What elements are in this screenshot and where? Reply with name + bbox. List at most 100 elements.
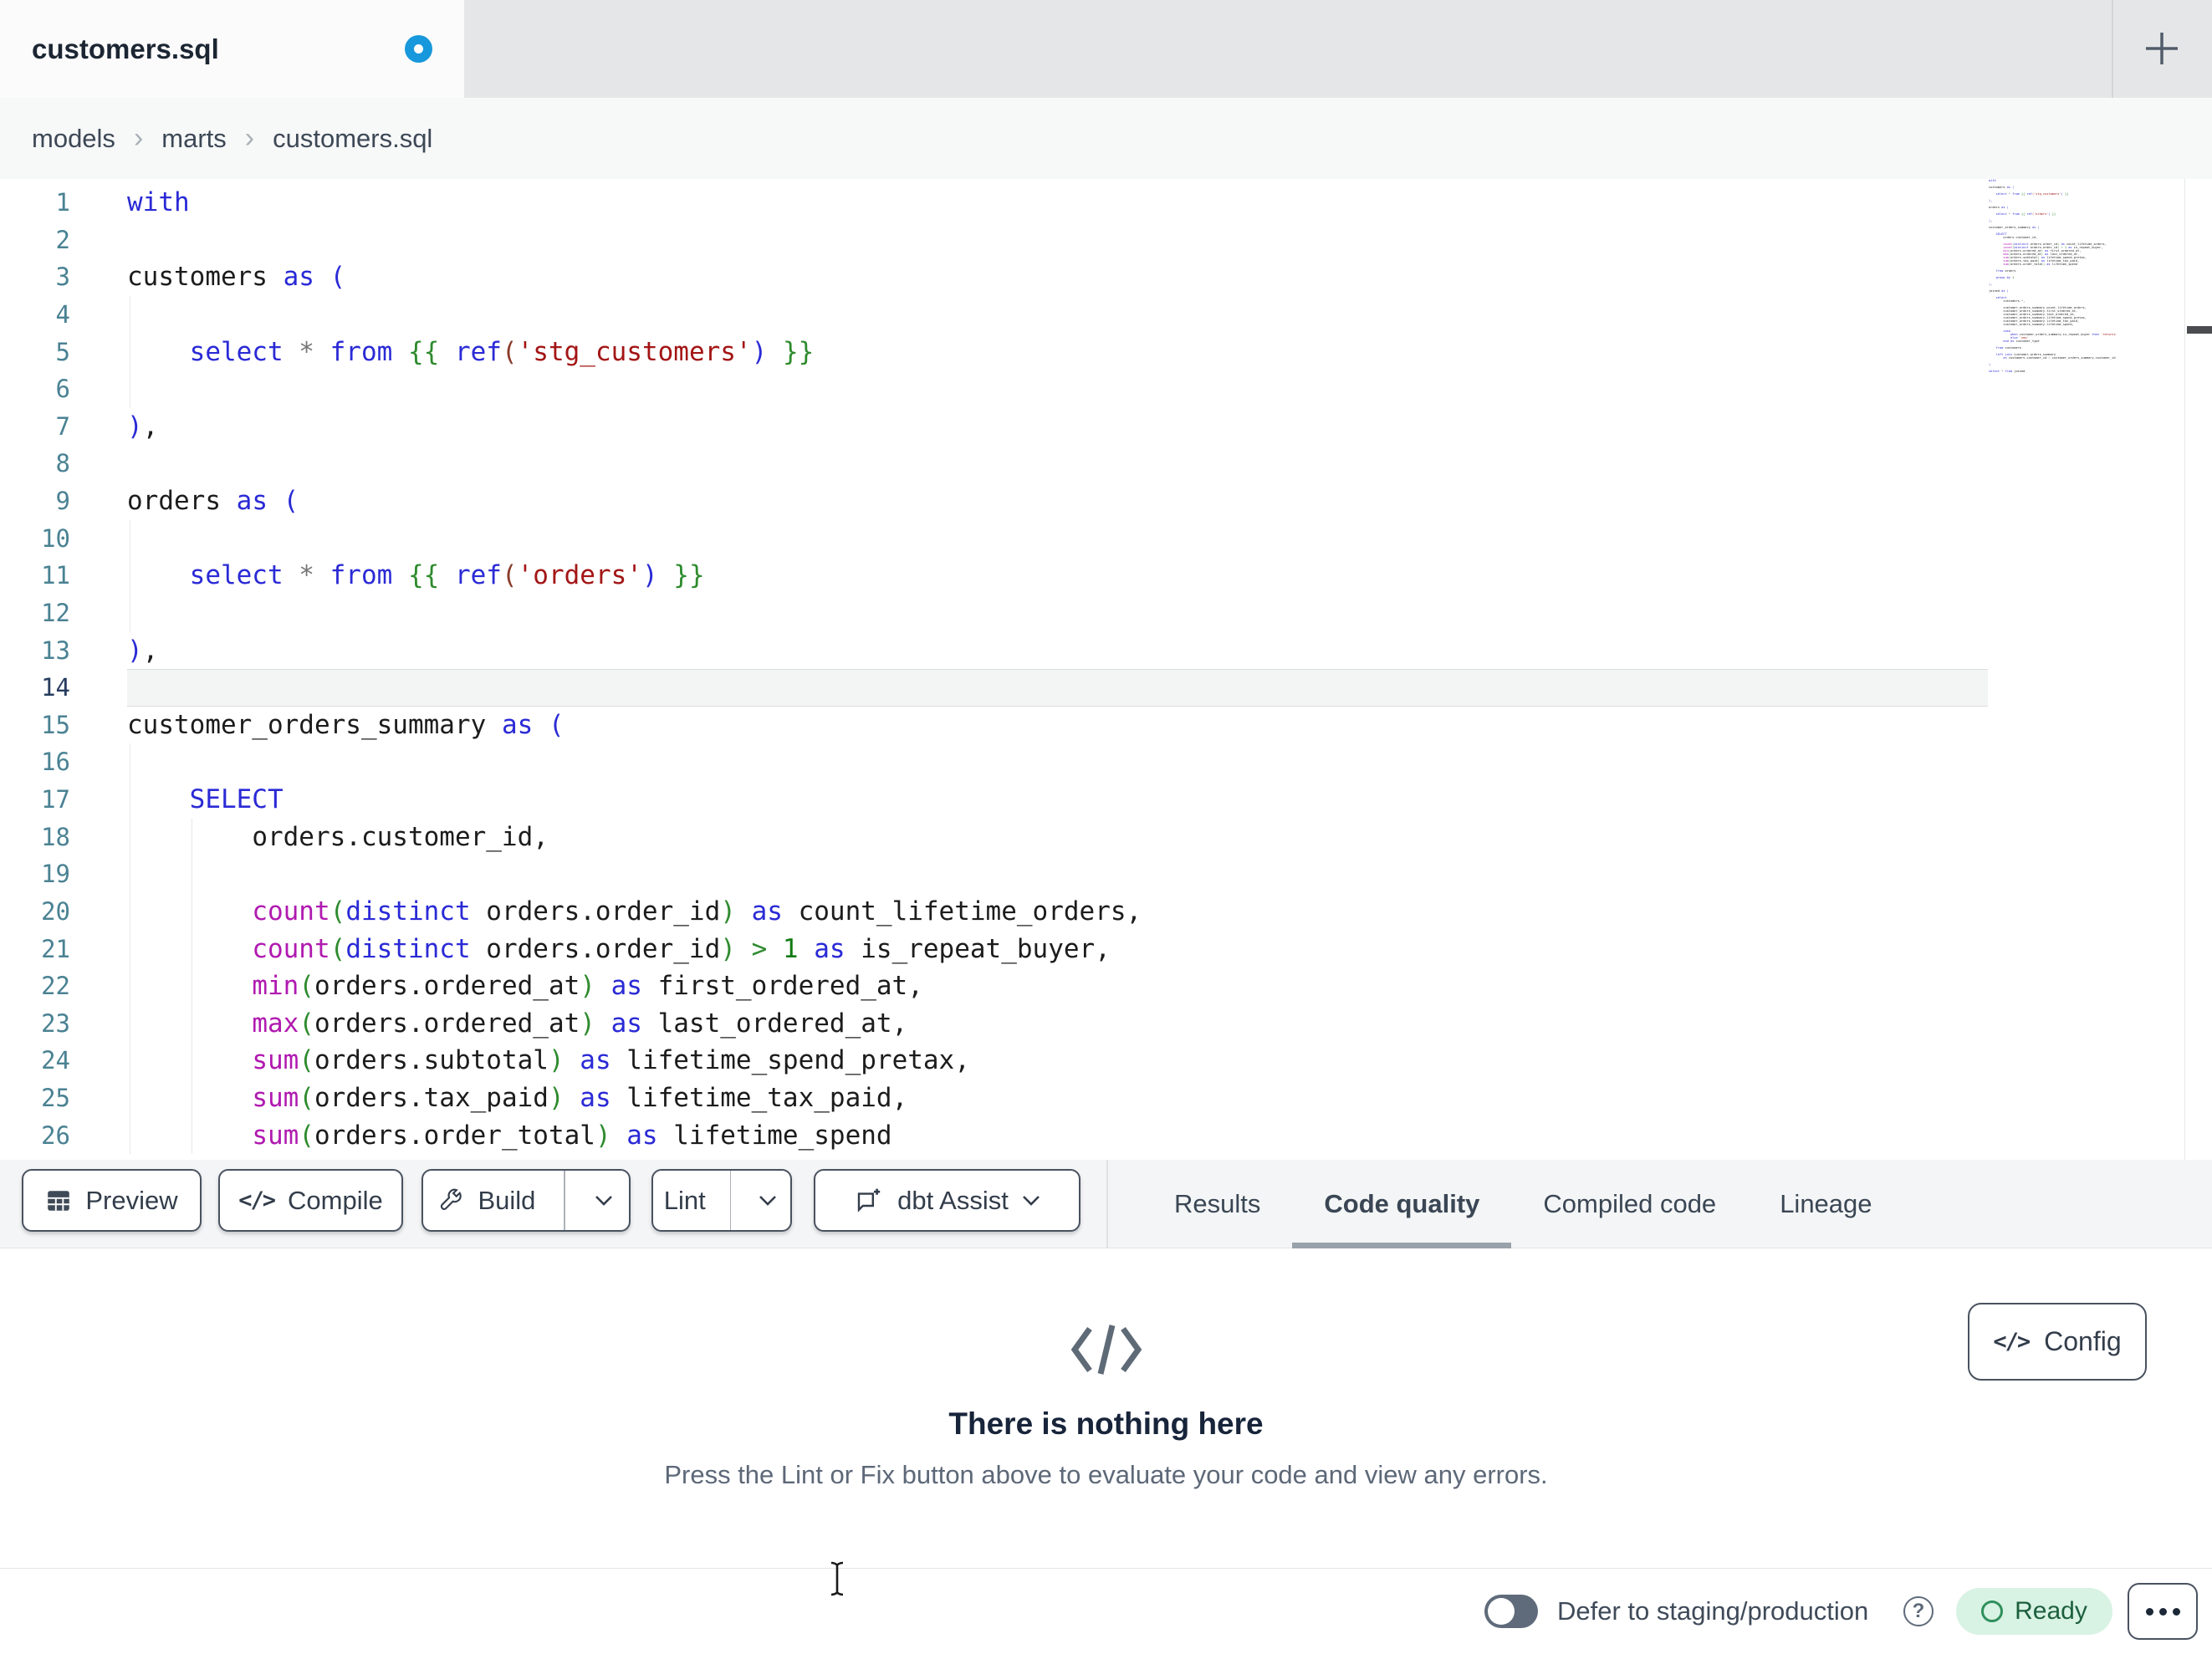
code-line[interactable]: orders as ( [127, 482, 1988, 520]
code-lines[interactable]: with customers as ( select * from {{ ref… [127, 184, 1988, 1155]
line-number: 17 [41, 785, 70, 814]
dot-icon [2158, 1607, 2167, 1616]
tab-lineage[interactable]: Lineage [1748, 1160, 1903, 1248]
more-options-button[interactable] [2128, 1583, 2198, 1640]
minimap-line: select * from joined [1989, 370, 2026, 373]
code-line[interactable]: customer_orders_summary as ( [127, 707, 1988, 744]
code-line[interactable]: with [127, 184, 1988, 222]
line-number: 10 [41, 523, 70, 553]
breadcrumb-separator-icon: › [244, 122, 255, 154]
line-number: 16 [41, 748, 70, 777]
toolbar-divider [1106, 1160, 1108, 1248]
line-number: 8 [55, 449, 70, 478]
new-tab-button[interactable] [2128, 15, 2195, 82]
editor-scrollbar-track[interactable] [2184, 179, 2212, 1160]
plus-icon [2146, 33, 2178, 64]
compile-button[interactable]: </> Compile [218, 1169, 403, 1232]
code-line[interactable]: ), [127, 632, 1988, 670]
empty-state: There is nothing here Press the Lint or … [0, 1248, 2212, 1490]
line-number: 24 [41, 1046, 70, 1075]
code-line[interactable]: count(distinct orders.order_id) as count… [127, 892, 1988, 931]
line-number: 14 [41, 673, 70, 702]
code-line[interactable] [127, 743, 1988, 781]
empty-state-message: Press the Lint or Fix button above to ev… [664, 1460, 1548, 1489]
code-line[interactable]: select * from {{ ref('orders') }} [127, 557, 1988, 595]
minimap-line: on customers.customer_id = customer_orde… [2003, 356, 2116, 360]
empty-state-title: There is nothing here [948, 1406, 1264, 1441]
toggle-knob [1488, 1598, 1515, 1625]
code-line[interactable]: sum(orders.subtotal) as lifetime_spend_p… [127, 1042, 1988, 1080]
line-number: 2 [55, 225, 70, 254]
lint-dropdown-button[interactable] [744, 1171, 790, 1230]
tab-results[interactable]: Results [1142, 1160, 1292, 1248]
ready-status-label: Ready [2015, 1597, 2087, 1625]
dot-icon [2145, 1607, 2153, 1616]
preview-button[interactable]: Preview [22, 1169, 202, 1232]
defer-toggle[interactable] [1484, 1595, 1538, 1628]
action-toolbar: Preview </> Compile Build Lint dbt Assis… [0, 1160, 2212, 1248]
lint-button[interactable]: Lint [653, 1171, 717, 1230]
tab-code-quality[interactable]: Code quality [1292, 1160, 1512, 1248]
code-line[interactable]: sum(orders.order_total) as lifetime_spen… [127, 1116, 1988, 1155]
build-button[interactable]: Build [423, 1171, 550, 1230]
line-number: 13 [41, 636, 70, 665]
code-line[interactable] [127, 519, 1988, 558]
lint-split-button: Lint [651, 1169, 792, 1232]
code-line[interactable]: sum(orders.tax_paid) as lifetime_tax_pai… [127, 1080, 1988, 1117]
split-divider [729, 1171, 732, 1230]
dot-icon [2172, 1607, 2180, 1616]
table-icon [48, 1190, 70, 1211]
code-line[interactable]: SELECT [127, 781, 1988, 819]
tab-bar: customers.sql [0, 0, 2212, 98]
lint-button-label: Lint [663, 1185, 706, 1215]
minimap[interactable]: with customers as ( select * from {{ ref… [1989, 179, 2116, 388]
line-number: 1 [55, 188, 70, 217]
minimap-content: with customers as ( select * from {{ ref… [1989, 179, 2116, 373]
code-line[interactable]: count(distinct orders.order_id) > 1 as i… [127, 930, 1988, 968]
status-bar: Defer to staging/production ? Ready [0, 1568, 2212, 1653]
line-number: 12 [41, 598, 70, 627]
code-line[interactable] [127, 669, 1988, 707]
code-line[interactable] [127, 855, 1988, 893]
code-line[interactable]: max(orders.ordered_at) as last_ordered_a… [127, 1004, 1988, 1043]
code-line[interactable]: orders.customer_id, [127, 818, 1988, 856]
line-number: 21 [41, 934, 70, 963]
code-line[interactable]: min(orders.ordered_at) as first_ordered_… [127, 967, 1988, 1005]
code-line[interactable]: ), [127, 408, 1988, 446]
defer-label: Defer to staging/production [1557, 1596, 1869, 1626]
code-line[interactable]: customers as ( [127, 258, 1988, 296]
breadcrumb-item[interactable]: customers.sql [273, 124, 432, 154]
dbt-assist-button-label: dbt Assist [897, 1185, 1009, 1215]
code-editor[interactable]: 1 2 3 4 5 6 7 8 9 10 11 12 13 14 15 16 17 18 19 20 21 22 23 24 2… [0, 179, 2212, 1160]
panel-tabs: Results Code quality Compiled code Lineage [1142, 1160, 1904, 1248]
status-ring-icon [1981, 1600, 2004, 1622]
tab-compiled-code[interactable]: Compiled code [1511, 1160, 1748, 1248]
build-split-button: Build [421, 1169, 631, 1232]
tab-bar-divider [2112, 0, 2113, 98]
code-line[interactable] [127, 295, 1988, 334]
breadcrumb-item[interactable]: marts [161, 124, 227, 154]
code-line[interactable] [127, 594, 1988, 632]
ide-window: customers.sql models › marts › customers.sql… [0, 0, 2212, 1653]
gutter: 1 2 3 4 5 6 7 8 9 10 11 12 13 14 15 16 17 18 19 20 21 22 23 24 2… [0, 184, 70, 1154]
results-panel: </> Config There is nothing here Press t… [0, 1248, 2212, 1568]
breadcrumb: models › marts › customers.sql [32, 122, 432, 155]
compile-button-label: Compile [288, 1185, 383, 1215]
editor-scrollbar-thumb[interactable] [2187, 326, 2212, 334]
build-dropdown-button[interactable] [579, 1171, 629, 1230]
ready-status-badge[interactable]: Ready [1956, 1588, 2112, 1635]
file-tab-title: customers.sql [32, 33, 219, 64]
code-line[interactable] [127, 445, 1988, 482]
line-number: 20 [41, 896, 70, 926]
empty-state-code-icon [0, 1322, 2212, 1381]
file-tab-customers-sql[interactable]: customers.sql [0, 0, 464, 98]
code-line[interactable] [127, 370, 1988, 408]
chevron-down-icon [595, 1195, 612, 1206]
help-icon[interactable]: ? [1903, 1596, 1934, 1626]
code-line[interactable]: select * from {{ ref('stg_customers') }} [127, 333, 1988, 371]
breadcrumb-item[interactable]: models [32, 124, 115, 154]
assist-chat-sparkle-icon [857, 1188, 881, 1212]
dbt-assist-button[interactable]: dbt Assist [814, 1169, 1080, 1232]
line-number: 18 [41, 822, 70, 851]
code-line[interactable] [127, 222, 1988, 259]
